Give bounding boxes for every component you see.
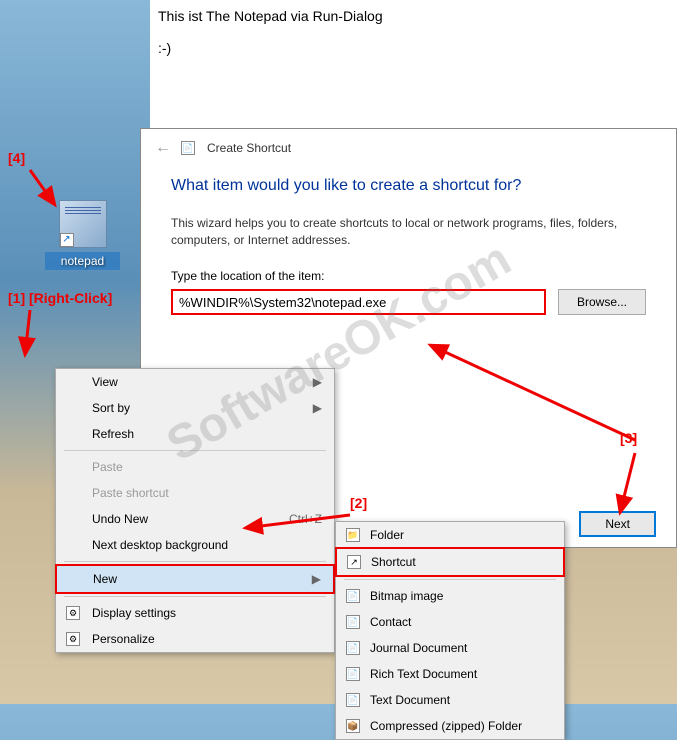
menu-icon: ⚙ — [66, 606, 80, 620]
menu-item-refresh[interactable]: Refresh — [56, 421, 334, 447]
file-icon: 📄 — [346, 615, 360, 629]
submenu-item-folder[interactable]: 📁 Folder — [336, 522, 564, 548]
submenu-item-label: Contact — [370, 615, 411, 629]
chevron-right-icon: ▶ — [312, 572, 321, 586]
menu-icon: ⚙ — [66, 632, 80, 646]
dialog-body: What item would you like to create a sho… — [141, 167, 676, 325]
desktop-shortcut-notepad[interactable]: ↗ notepad — [45, 200, 120, 270]
menu-item-label: Sort by — [92, 401, 130, 415]
menu-item-new[interactable]: New ▶ — [55, 564, 335, 594]
menu-item-view[interactable]: View ▶ — [56, 369, 334, 395]
submenu-item-label: Text Document — [370, 693, 450, 707]
menu-item-paste-shortcut: Paste shortcut — [56, 480, 334, 506]
menu-item-next-desktop-background[interactable]: Next desktop background — [56, 532, 334, 558]
submenu-item-label: Bitmap image — [370, 589, 443, 603]
notepad-text-line1: This ist The Notepad via Run-Dialog — [158, 8, 669, 24]
file-icon: 📄 — [346, 641, 360, 655]
menu-item-label: Paste shortcut — [92, 486, 169, 500]
folder-icon: 📁 — [346, 528, 360, 542]
submenu-item-label: Rich Text Document — [370, 667, 477, 681]
menu-separator — [64, 561, 326, 562]
shortcut-icon: ↗ — [347, 555, 361, 569]
submenu-item-bitmap-image[interactable]: 📄 Bitmap image — [336, 583, 564, 609]
submenu-item-label: Folder — [370, 528, 404, 542]
submenu-item-contact[interactable]: 📄 Contact — [336, 609, 564, 635]
menu-item-display-settings[interactable]: ⚙ Display settings — [56, 600, 334, 626]
menu-item-sort-by[interactable]: Sort by ▶ — [56, 395, 334, 421]
menu-separator — [64, 450, 326, 451]
location-input-wrapper — [171, 289, 546, 315]
submenu-item-label: Shortcut — [371, 555, 416, 569]
file-icon: 📄 — [346, 589, 360, 603]
notepad-text-line2: :-) — [158, 40, 669, 56]
menu-separator — [64, 596, 326, 597]
menu-item-undo-new[interactable]: Undo New Ctrl+Z — [56, 506, 334, 532]
menu-item-label: Personalize — [92, 632, 155, 646]
menu-item-label: Paste — [92, 460, 123, 474]
menu-item-label: View — [92, 375, 118, 389]
menu-item-label: Undo New — [92, 512, 148, 526]
location-input[interactable] — [179, 295, 448, 310]
arrow-1 — [15, 305, 55, 365]
submenu-item-rich-text-document[interactable]: 📄 Rich Text Document — [336, 661, 564, 687]
dialog-footer: Next — [579, 511, 656, 537]
browse-button[interactable]: Browse... — [558, 289, 646, 315]
location-label: Type the location of the item: — [171, 269, 646, 283]
new-submenu: 📁 Folder ↗ Shortcut 📄 Bitmap image 📄 Contact 📄 Jo… — [335, 521, 565, 740]
desktop-icon-label: notepad — [45, 252, 120, 270]
next-button[interactable]: Next — [579, 511, 656, 537]
dialog-header: ← 📄 Create Shortcut — [141, 129, 676, 167]
submenu-item-text-document[interactable]: 📄 Text Document — [336, 687, 564, 713]
menu-shortcut: Ctrl+Z — [289, 512, 322, 526]
location-row: Browse... — [171, 289, 646, 315]
back-arrow-icon[interactable]: ← — [155, 139, 171, 157]
menu-item-label: New — [93, 572, 117, 586]
notepad-icon: ↗ — [59, 200, 107, 248]
file-icon: 📄 — [346, 693, 360, 707]
annotation-1: [1] [Right-Click] — [8, 290, 112, 306]
dialog-question: What item would you like to create a sho… — [171, 177, 646, 195]
file-icon: 📄 — [346, 667, 360, 681]
menu-item-paste: Paste — [56, 454, 334, 480]
chevron-right-icon: ▶ — [313, 375, 322, 389]
menu-item-label: Next desktop background — [92, 538, 228, 552]
dialog-icon: 📄 — [181, 141, 195, 155]
submenu-item-compressed-(zipped)-folder[interactable]: 📦 Compressed (zipped) Folder — [336, 713, 564, 739]
chevron-right-icon: ▶ — [313, 401, 322, 415]
submenu-item-label: Compressed (zipped) Folder — [370, 719, 522, 733]
menu-item-label: Refresh — [92, 427, 134, 441]
notepad-window: This ist The Notepad via Run-Dialog :-) — [150, 0, 677, 130]
dialog-title: Create Shortcut — [207, 141, 291, 155]
annotation-4: [4] — [8, 150, 25, 166]
menu-item-label: Display settings — [92, 606, 176, 620]
shortcut-overlay-icon: ↗ — [60, 233, 74, 247]
submenu-item-label: Journal Document — [370, 641, 467, 655]
menu-item-personalize[interactable]: ⚙ Personalize — [56, 626, 334, 652]
submenu-item-journal-document[interactable]: 📄 Journal Document — [336, 635, 564, 661]
menu-separator — [344, 579, 556, 580]
dialog-description: This wizard helps you to create shortcut… — [171, 215, 646, 249]
submenu-item-shortcut[interactable]: ↗ Shortcut — [335, 547, 565, 577]
desktop-context-menu: View ▶ Sort by ▶ Refresh Paste Paste shortcut U… — [55, 368, 335, 653]
zip-icon: 📦 — [346, 719, 360, 733]
